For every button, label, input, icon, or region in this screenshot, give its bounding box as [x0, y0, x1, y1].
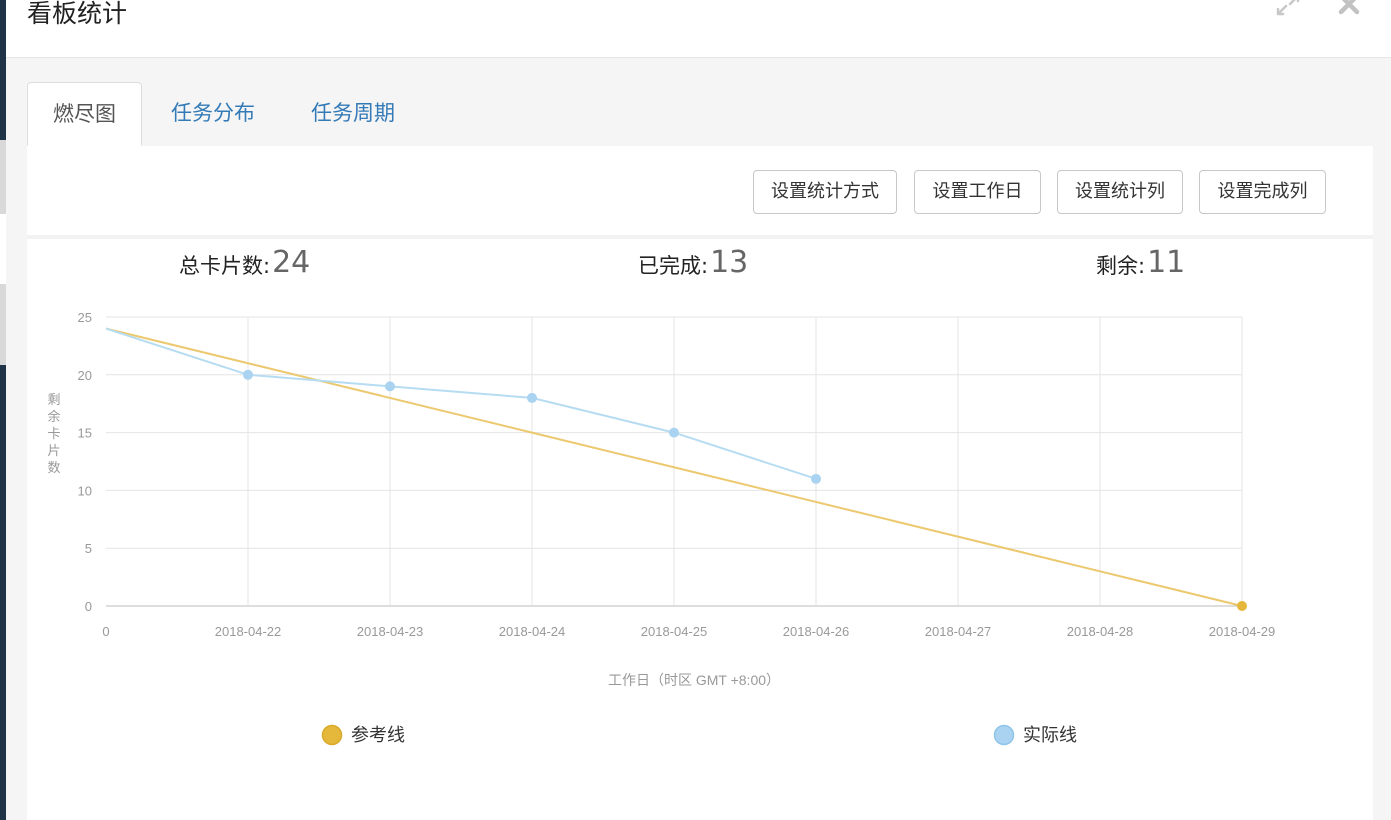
y-tick-label: 20: [78, 368, 92, 383]
actual-data-point: [243, 369, 253, 380]
actual-legend-marker: [993, 724, 1015, 746]
x-axis-label: 工作日（时区 GMT +8:00）: [608, 672, 780, 688]
reference-legend-label: 参考线: [351, 725, 405, 745]
actual-legend-label: 实际线: [1023, 725, 1077, 745]
x-tick-label: 2018-04-22: [215, 624, 282, 639]
x-tick-label: 2018-04-23: [357, 624, 424, 639]
y-tick-label: 10: [78, 483, 92, 498]
expand-icon[interactable]: [1274, 0, 1302, 20]
x-tick-label: 2018-04-24: [499, 624, 566, 639]
actual-data-point: [811, 473, 821, 484]
y-tick-label: 15: [78, 426, 92, 441]
x-tick-label: 2018-04-25: [641, 624, 708, 639]
x-tick-label: 2018-04-26: [783, 624, 850, 639]
tab-task-distribution[interactable]: 任务分布: [150, 82, 276, 145]
x-tick-label: 2018-04-28: [1067, 624, 1134, 639]
x-tick-label: 2018-04-29: [1209, 624, 1276, 639]
modal-title: 看板统计: [27, 0, 128, 28]
actual-data-point: [527, 392, 537, 403]
y-axis-label: 剩余卡片数: [47, 392, 60, 475]
y-tick-label: 25: [78, 310, 92, 325]
x-tick-label: 2018-04-27: [925, 624, 992, 639]
tab-task-cycle[interactable]: 任务周期: [290, 82, 416, 145]
burndown-panel: 设置统计方式 设置工作日 设置统计列 设置完成列 总卡片数:24 已完成:13 …: [27, 146, 1373, 820]
modal-header: 看板统计: [6, 0, 1391, 58]
y-tick-label: 5: [85, 541, 92, 556]
reference-data-point: [1237, 601, 1247, 611]
tab-bar: 燃尽图 任务分布 任务周期: [27, 82, 1373, 147]
close-icon[interactable]: [1336, 0, 1364, 20]
burndown-chart: 0 5 10 15 20 25 0 2018-04-22 2018-04-23 2018-04-2…: [47, 310, 1276, 746]
y-tick-label: 0: [85, 599, 92, 614]
tab-burndown[interactable]: 燃尽图: [27, 82, 142, 146]
actual-series-line: [105, 327, 817, 480]
x-tick-label: 0: [102, 624, 109, 639]
reference-legend-marker: [321, 724, 343, 746]
actual-data-point: [669, 427, 679, 438]
board-statistics-modal: 看板统计 燃尽图 任务分布 任务周期 设置统计方式 设置工作日 设置统计列 设置…: [6, 0, 1391, 820]
actual-data-point: [385, 381, 395, 392]
